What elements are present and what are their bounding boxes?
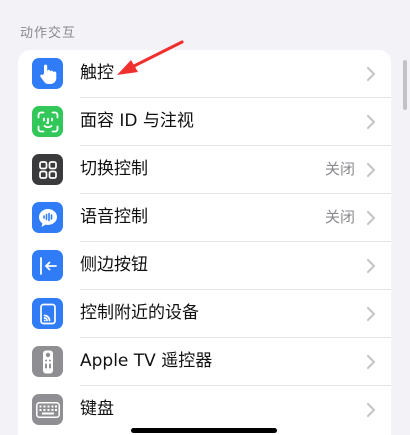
- row-apple-tv-remote[interactable]: Apple TV 遥控器: [18, 338, 391, 386]
- row-label: 切换控制: [80, 159, 148, 179]
- row-switch-control[interactable]: 切换控制 关闭: [18, 146, 391, 194]
- keyboard-icon: [32, 394, 63, 425]
- row-value: 关闭: [324, 160, 355, 178]
- chevron-right-icon: [367, 355, 375, 369]
- row-side-button[interactable]: 侧边按钮: [18, 242, 391, 290]
- grid-squares-icon: [32, 154, 63, 185]
- chevron-right-icon: [367, 403, 375, 417]
- hand-touch-icon: [32, 58, 63, 89]
- remote-icon: [32, 346, 63, 377]
- section-header: 动作交互: [20, 26, 77, 41]
- row-value: 关闭: [324, 208, 355, 226]
- row-label: 键盘: [80, 399, 114, 419]
- row-voice-control[interactable]: 语音控制 关闭: [18, 194, 391, 242]
- row-label: 控制附近的设备: [80, 303, 199, 323]
- row-keyboard[interactable]: 键盘: [18, 386, 391, 434]
- row-label: 侧边按钮: [80, 255, 148, 275]
- chevron-right-icon: [367, 115, 375, 129]
- row-label: 触控: [80, 63, 114, 83]
- scrollbar[interactable]: [403, 60, 407, 110]
- row-label: 面容 ID 与注视: [80, 111, 194, 131]
- home-indicator: [131, 428, 277, 433]
- row-touch[interactable]: 触控: [18, 50, 391, 98]
- row-nearby-devices[interactable]: 控制附近的设备: [18, 290, 391, 338]
- row-face-id[interactable]: 面容 ID 与注视: [18, 98, 391, 146]
- face-id-icon: [32, 106, 63, 137]
- chevron-right-icon: [367, 211, 375, 225]
- settings-group: 触控 面容 ID 与注视 切换控制 关闭 语音控制 关闭 侧边按钮 控制附近的设…: [18, 50, 391, 435]
- chevron-right-icon: [367, 163, 375, 177]
- device-cast-icon: [32, 298, 63, 329]
- row-label: 语音控制: [80, 207, 148, 227]
- chevron-right-icon: [367, 67, 375, 81]
- chevron-right-icon: [367, 259, 375, 273]
- chevron-right-icon: [367, 307, 375, 321]
- voice-control-icon: [32, 202, 63, 233]
- row-label: Apple TV 遥控器: [80, 351, 213, 371]
- side-button-icon: [32, 250, 63, 281]
